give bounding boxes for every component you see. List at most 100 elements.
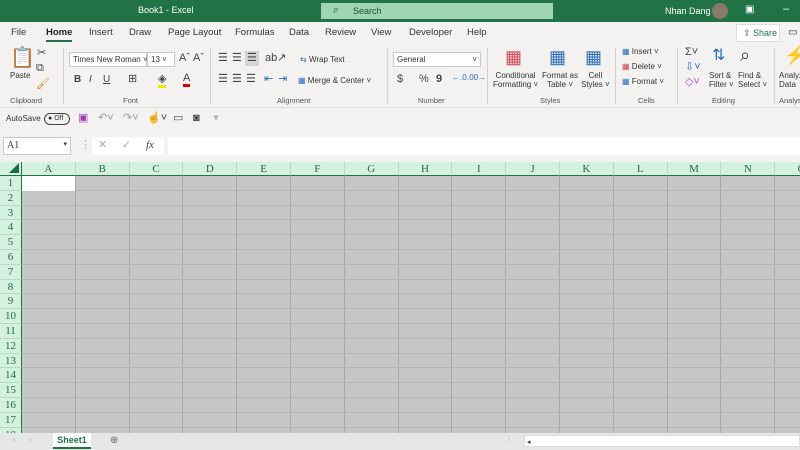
- save-icon[interactable]: ▣: [78, 113, 88, 124]
- number-format-select[interactable]: General ˅: [393, 52, 481, 67]
- column-header-m[interactable]: M: [667, 162, 722, 176]
- row-header-13[interactable]: 13: [0, 353, 22, 369]
- percent-button[interactable]: %: [419, 74, 429, 85]
- tab-home[interactable]: Home: [46, 27, 73, 42]
- bottom-align-icon[interactable]: ☰: [245, 51, 259, 66]
- row-header-16[interactable]: 16: [0, 398, 22, 413]
- conditional-formatting-button[interactable]: Conditional Formatting ˅: [493, 71, 538, 89]
- font-name-select[interactable]: Times New Roman ˅: [69, 52, 148, 67]
- column-header-c[interactable]: C: [129, 162, 184, 176]
- column-header-g[interactable]: G: [344, 162, 399, 176]
- tab-data[interactable]: Data: [289, 27, 309, 38]
- column-header-k[interactable]: K: [560, 162, 614, 176]
- column-header-i[interactable]: I: [452, 162, 507, 176]
- row-header-15[interactable]: 15: [0, 383, 22, 398]
- find-select-icon[interactable]: ⌕: [740, 46, 750, 64]
- column-header-h[interactable]: H: [398, 162, 453, 176]
- cancel-icon[interactable]: ✕: [98, 140, 107, 151]
- next-sheet-icon[interactable]: ›: [29, 436, 32, 444]
- format-as-table-icon[interactable]: ▦: [549, 48, 566, 66]
- delete-cells-button[interactable]: ▦ Delete ˅: [622, 62, 662, 71]
- sheet-tab-sheet1[interactable]: Sheet1: [53, 433, 91, 449]
- increase-decimal-icon[interactable]: ←.0: [452, 74, 467, 82]
- redo-icon[interactable]: ↷˅: [123, 113, 139, 124]
- cut-icon[interactable]: ✂: [37, 48, 46, 59]
- column-header-j[interactable]: J: [506, 162, 560, 176]
- tab-help[interactable]: Help: [467, 27, 487, 38]
- touch-mode-icon[interactable]: ☝˅: [147, 113, 167, 124]
- tab-view[interactable]: View: [371, 27, 391, 38]
- tab-developer[interactable]: Developer: [409, 27, 452, 38]
- increase-font-icon[interactable]: Aˆ: [179, 53, 190, 64]
- paste-button[interactable]: Paste: [10, 71, 30, 80]
- formula-input[interactable]: [168, 137, 800, 155]
- sort-filter-button[interactable]: Sort & Filter ˅: [709, 71, 734, 89]
- tab-page-layout[interactable]: Page Layout: [168, 27, 221, 38]
- font-color-icon[interactable]: A: [183, 73, 191, 87]
- column-header-n[interactable]: N: [721, 162, 776, 176]
- conditional-formatting-icon[interactable]: ▦: [505, 48, 522, 66]
- font-size-select[interactable]: 13 ˅: [147, 52, 175, 67]
- search-box[interactable]: ⌕ Search: [321, 3, 553, 19]
- cell-styles-icon[interactable]: ▦: [585, 48, 602, 66]
- scroll-grip-icon[interactable]: ⋮: [505, 436, 513, 444]
- copy-icon[interactable]: ⧉: [36, 63, 44, 74]
- tab-file[interactable]: File: [11, 27, 26, 38]
- column-header-b[interactable]: B: [75, 162, 130, 176]
- row-header-5[interactable]: 5: [0, 235, 22, 250]
- column-header-e[interactable]: E: [237, 162, 291, 176]
- decrease-font-icon[interactable]: Aˇ: [193, 53, 204, 64]
- new-comment-icon[interactable]: ▭: [173, 113, 183, 124]
- minimize-icon[interactable]: –: [783, 3, 789, 15]
- row-header-17[interactable]: 17: [0, 412, 22, 428]
- clear-icon[interactable]: ◇˅: [685, 77, 700, 88]
- find-select-button[interactable]: Find & Select ˅: [738, 71, 767, 89]
- enter-icon[interactable]: ✓: [122, 140, 131, 151]
- italic-button[interactable]: I: [89, 75, 92, 85]
- top-align-icon[interactable]: ☰: [218, 53, 228, 64]
- underline-button[interactable]: U: [103, 75, 110, 85]
- row-header-2[interactable]: 2: [0, 190, 22, 206]
- horizontal-scrollbar[interactable]: ◂: [524, 435, 800, 447]
- format-cells-button[interactable]: ▦ Format ˅: [622, 77, 664, 86]
- paste-icon[interactable]: 📋: [10, 48, 35, 68]
- active-cell[interactable]: [22, 176, 75, 191]
- merge-center-button[interactable]: ▦ Merge & Center ˅: [298, 76, 371, 85]
- decrease-indent-icon[interactable]: ⇤: [264, 74, 273, 85]
- orientation-icon[interactable]: ab↗: [265, 53, 286, 64]
- column-header-l[interactable]: L: [613, 162, 668, 176]
- row-header-8[interactable]: 8: [0, 279, 22, 295]
- insert-function-button[interactable]: fx: [146, 140, 154, 151]
- row-header-14[interactable]: 14: [0, 368, 22, 384]
- middle-align-icon[interactable]: ☰: [232, 53, 242, 64]
- tab-insert[interactable]: Insert: [89, 27, 113, 38]
- tab-review[interactable]: Review: [325, 27, 356, 38]
- row-header-6[interactable]: 6: [0, 250, 22, 265]
- comments-icon[interactable]: ▭: [788, 27, 797, 38]
- share-button[interactable]: ⇪ Share: [736, 24, 780, 42]
- wrap-text-button[interactable]: ⇆ Wrap Text: [300, 55, 345, 64]
- format-painter-icon[interactable]: 🖌: [36, 79, 50, 90]
- cell-styles-button[interactable]: Cell Styles ˅: [581, 71, 610, 89]
- customize-qat-icon[interactable]: ▿: [214, 114, 218, 122]
- align-left-icon[interactable]: ☰: [218, 74, 228, 85]
- prev-sheet-icon[interactable]: ‹: [13, 436, 16, 444]
- bold-button[interactable]: B: [74, 75, 81, 85]
- column-header-a[interactable]: A: [22, 162, 76, 176]
- row-header-9[interactable]: 9: [0, 294, 22, 310]
- ribbon-display-options-icon[interactable]: ▣: [745, 4, 754, 15]
- formula-bar-grip-icon[interactable]: ⋮: [80, 140, 91, 151]
- autosum-icon[interactable]: Σ˅: [685, 47, 698, 58]
- add-sheet-icon[interactable]: ⊕: [110, 436, 118, 446]
- fill-icon[interactable]: ⇩˅: [685, 62, 701, 73]
- camera-icon[interactable]: ◙: [193, 113, 200, 124]
- borders-icon[interactable]: ⊞: [128, 74, 137, 85]
- fill-color-icon[interactable]: ◈: [158, 74, 167, 88]
- insert-cells-button[interactable]: ▦ Insert ˅: [622, 47, 659, 56]
- autosave-toggle[interactable]: ● Off: [44, 113, 70, 125]
- name-box[interactable]: A1 ▾: [3, 137, 71, 155]
- align-right-icon[interactable]: ☰: [246, 74, 256, 85]
- row-header-7[interactable]: 7: [0, 264, 22, 280]
- tab-draw[interactable]: Draw: [129, 27, 151, 38]
- tab-formulas[interactable]: Formulas: [235, 27, 275, 38]
